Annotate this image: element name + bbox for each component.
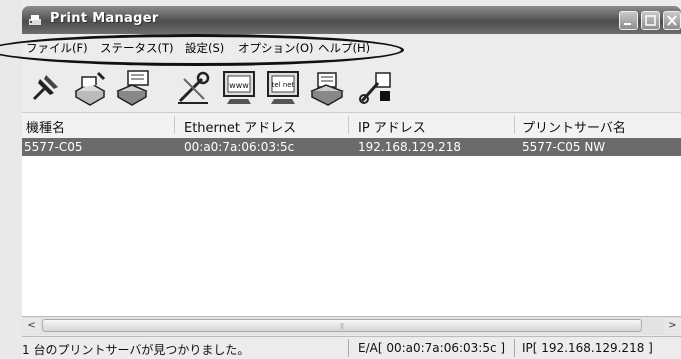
cell-ethernet: 00:a0:7a:06:03:5c bbox=[184, 140, 295, 154]
www-icon: www bbox=[223, 71, 255, 104]
print-server-list: 5577-C05 00:a0:7a:06:03:5c 192.168.129.2… bbox=[22, 138, 681, 316]
scroll-thumb[interactable]: ||| bbox=[42, 319, 642, 332]
minimize-button[interactable] bbox=[619, 11, 638, 30]
telnet-label: tel net bbox=[272, 81, 295, 89]
scroll-left-icon: < bbox=[27, 320, 36, 331]
grip-icon: ||| bbox=[340, 323, 344, 330]
printer-settings-button[interactable] bbox=[70, 69, 108, 107]
maximize-icon bbox=[645, 15, 656, 26]
status-ip: IP[ 192.168.129.218 ] bbox=[522, 341, 653, 355]
column-divider[interactable] bbox=[514, 116, 515, 134]
tools-icon bbox=[178, 71, 210, 104]
menu-settings[interactable]: 設定(S) bbox=[185, 40, 224, 56]
title-bar[interactable]: Print Manager bbox=[22, 6, 681, 34]
status-divider bbox=[514, 339, 515, 357]
window-title: Print Manager bbox=[50, 11, 159, 26]
cell-model: 5577-C05 bbox=[24, 140, 83, 154]
list-header: 機種名 Ethernet アドレス IP アドレス プリントサーバ名 bbox=[22, 112, 681, 139]
column-header-ip[interactable]: IP アドレス bbox=[358, 117, 426, 136]
toolbar: www tel net bbox=[22, 62, 681, 110]
scroll-left-button[interactable]: < bbox=[23, 318, 40, 334]
menu-options[interactable]: オプション(O) bbox=[238, 40, 314, 56]
horizontal-scrollbar[interactable]: < ||| > bbox=[22, 316, 681, 335]
column-divider[interactable] bbox=[348, 116, 349, 134]
telnet-button[interactable]: tel net bbox=[264, 69, 302, 107]
column-header-server-name[interactable]: プリントサーバ名 bbox=[522, 117, 626, 136]
close-button[interactable] bbox=[663, 11, 681, 30]
table-row[interactable]: 5577-C05 00:a0:7a:06:03:5c 192.168.129.2… bbox=[22, 138, 681, 156]
www-label: www bbox=[229, 81, 249, 90]
cell-server-name: 5577-C05 NW bbox=[522, 140, 606, 154]
printer-network-icon bbox=[116, 70, 149, 106]
printer-network-button[interactable] bbox=[114, 69, 152, 107]
pin-button[interactable] bbox=[26, 69, 64, 107]
column-divider[interactable] bbox=[174, 116, 175, 134]
status-divider bbox=[348, 339, 349, 357]
telnet-icon: tel net bbox=[267, 71, 299, 104]
close-icon bbox=[667, 15, 677, 26]
column-header-ethernet[interactable]: Ethernet アドレス bbox=[184, 117, 296, 136]
status-bar: 1 台のプリントサーバが見つかりました。 E/A[ 00:a0:7a:06:03… bbox=[22, 336, 681, 359]
printer-settings-icon bbox=[74, 71, 106, 106]
maximize-button[interactable] bbox=[641, 11, 660, 30]
www-button[interactable]: www bbox=[220, 69, 258, 107]
status-message: 1 台のプリントサーバが見つかりました。 bbox=[22, 343, 250, 357]
column-header-model[interactable]: 機種名 bbox=[26, 117, 65, 136]
config-button[interactable] bbox=[356, 69, 394, 107]
minimize-icon bbox=[624, 23, 631, 25]
status-ethernet: E/A[ 00:a0:7a:06:03:5c ] bbox=[358, 341, 506, 355]
menu-bar: ファイル(F) ステータス(T) 設定(S) オプション(O) ヘルプ(H) bbox=[22, 35, 681, 59]
menu-help[interactable]: ヘルプ(H) bbox=[318, 40, 370, 56]
pin-icon bbox=[32, 75, 58, 101]
printer-doc-button[interactable] bbox=[308, 69, 346, 107]
menu-status[interactable]: ステータス(T) bbox=[100, 40, 174, 56]
app-icon bbox=[29, 15, 41, 25]
config-icon bbox=[359, 72, 391, 104]
printer-doc-icon bbox=[310, 72, 344, 106]
tools-button[interactable] bbox=[174, 69, 212, 107]
menu-file[interactable]: ファイル(F) bbox=[26, 40, 88, 56]
scroll-right-button[interactable]: > bbox=[664, 318, 681, 334]
scroll-right-icon: > bbox=[668, 320, 677, 331]
print-manager-window: Print Manager ファイル(F) ステータス(T) 設定(S) オプシ… bbox=[22, 0, 681, 359]
cell-ip: 192.168.129.218 bbox=[358, 140, 462, 154]
